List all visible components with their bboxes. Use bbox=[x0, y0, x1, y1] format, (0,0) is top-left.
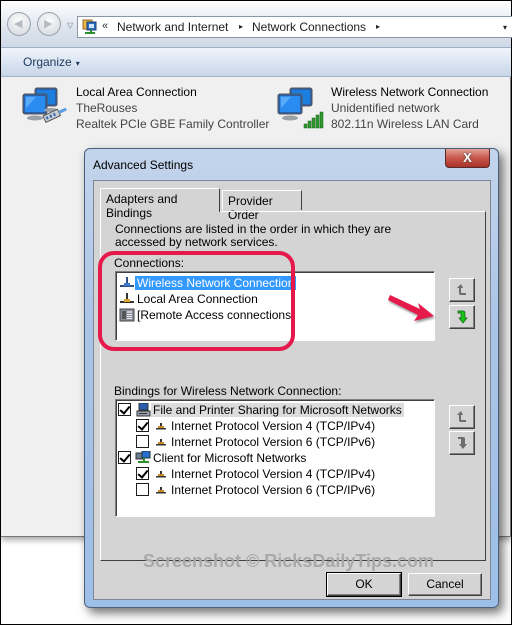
protocol-icon bbox=[153, 483, 169, 497]
connection-item-wireless[interactable]: Wireless Network Connection Unidentified… bbox=[276, 84, 511, 136]
arrow-down-icon bbox=[457, 310, 468, 324]
connection-name: Local Area Connection bbox=[76, 85, 197, 99]
list-item[interactable]: Client for Microsoft Networks bbox=[118, 450, 308, 466]
binding-move-down-button[interactable] bbox=[449, 431, 475, 455]
network-adapter-icon bbox=[119, 276, 135, 290]
dialog-title: Advanced Settings bbox=[93, 158, 194, 172]
arrow-up-icon bbox=[457, 284, 466, 295]
breadcrumb-separator-icon[interactable]: ▸ bbox=[376, 22, 380, 31]
connections-label: Connections: bbox=[114, 256, 185, 270]
connection-device: Realtek PCIe GBE Family Controller bbox=[76, 117, 270, 131]
bindings-label: Bindings for Wireless Network Connection… bbox=[114, 384, 342, 398]
connections-listbox[interactable]: Wireless Network Connection Local Area C… bbox=[115, 271, 435, 341]
cancel-button[interactable]: Cancel bbox=[408, 573, 482, 596]
back-button[interactable]: ◀ bbox=[7, 12, 31, 36]
protocol-icon bbox=[153, 435, 169, 449]
list-item[interactable]: Internet Protocol Version 6 (TCP/IPv6) bbox=[136, 482, 377, 498]
network-adapter-icon bbox=[119, 292, 135, 306]
arrow-down-icon bbox=[458, 437, 467, 449]
address-bar[interactable]: « Network and Internet ▸ Network Connect… bbox=[77, 16, 512, 38]
printer-computer-icon bbox=[135, 402, 151, 417]
tab-panel-adapters-and-bindings: Connections are listed in the order in w… bbox=[100, 211, 486, 571]
breadcrumb-separator-icon[interactable]: ▸ bbox=[239, 22, 243, 31]
connections-description: Connections are listed in the order in w… bbox=[115, 222, 392, 249]
watermark: Screenshot © RicksDailyTips.com bbox=[143, 551, 435, 571]
protocol-icon bbox=[153, 419, 169, 433]
recent-pages-dropdown[interactable]: ▽ bbox=[67, 21, 73, 30]
close-button[interactable]: X bbox=[445, 149, 490, 168]
binding-checkbox[interactable] bbox=[118, 451, 131, 464]
binding-label: Internet Protocol Version 4 (TCP/IPv4) bbox=[171, 419, 376, 433]
organize-label: Organize bbox=[23, 55, 72, 69]
arrow-up-icon bbox=[457, 411, 466, 422]
protocol-icon bbox=[153, 467, 169, 481]
forward-arrow-icon: ▶ bbox=[44, 18, 53, 30]
connection-label: Wireless Network Connection bbox=[135, 276, 297, 290]
list-item[interactable]: [Remote Access connections] bbox=[119, 307, 296, 323]
organize-button[interactable]: Organize ▾ bbox=[23, 55, 80, 69]
list-item[interactable]: Wireless Network Connection bbox=[119, 275, 297, 291]
binding-label: Internet Protocol Version 6 (TCP/IPv6) bbox=[171, 483, 376, 497]
breadcrumb-network-and-internet[interactable]: Network and Internet bbox=[117, 20, 228, 34]
ok-button[interactable]: OK bbox=[326, 572, 402, 597]
advanced-settings-dialog: Advanced Settings X Adapters and Binding… bbox=[84, 148, 499, 608]
back-arrow-icon: ◀ bbox=[14, 18, 23, 30]
address-bar-area: ◀ ▶ ▽ « Network and Internet ▸ Network C… bbox=[1, 1, 512, 47]
annotation-arrow-icon bbox=[388, 295, 434, 321]
list-item[interactable]: Internet Protocol Version 4 (TCP/IPv4) bbox=[136, 466, 377, 482]
breadcrumb-overflow-icon[interactable]: « bbox=[102, 20, 108, 32]
binding-checkbox[interactable] bbox=[136, 467, 149, 480]
tab-adapters-and-bindings[interactable]: Adapters and Bindings bbox=[100, 188, 220, 220]
chevron-down-icon: ▾ bbox=[75, 59, 80, 68]
bindings-listbox[interactable]: File and Printer Sharing for Microsoft N… bbox=[115, 399, 435, 517]
dialog-client-area: Adapters and Bindings Provider Order Con… bbox=[93, 180, 491, 600]
binding-checkbox[interactable] bbox=[136, 419, 149, 432]
connection-network: Unidentified network bbox=[331, 101, 440, 115]
connection-label: Local Area Connection bbox=[137, 292, 258, 306]
binding-checkbox[interactable] bbox=[136, 483, 149, 496]
connection-label: [Remote Access connections] bbox=[137, 308, 295, 322]
connection-name: Wireless Network Connection bbox=[331, 85, 489, 99]
binding-label: File and Printer Sharing for Microsoft N… bbox=[151, 403, 404, 417]
list-item[interactable]: Internet Protocol Version 6 (TCP/IPv6) bbox=[136, 434, 377, 450]
signal-strength-icon bbox=[303, 111, 324, 129]
forward-button[interactable]: ▶ bbox=[37, 12, 61, 36]
list-item[interactable]: File and Printer Sharing for Microsoft N… bbox=[118, 402, 404, 418]
tab-provider-order[interactable]: Provider Order bbox=[222, 190, 302, 222]
connection-network: TheRouses bbox=[76, 101, 138, 115]
binding-label: Internet Protocol Version 6 (TCP/IPv6) bbox=[171, 435, 376, 449]
control-panel-network-icon bbox=[82, 19, 97, 34]
address-dropdown-icon[interactable]: ▾ bbox=[503, 23, 507, 32]
move-down-button[interactable] bbox=[449, 305, 475, 329]
binding-checkbox[interactable] bbox=[118, 403, 131, 416]
move-up-button[interactable] bbox=[449, 278, 475, 302]
binding-label: Client for Microsoft Networks bbox=[153, 451, 307, 465]
breadcrumb-network-connections[interactable]: Network Connections bbox=[252, 20, 366, 34]
close-icon: X bbox=[463, 150, 472, 165]
phone-icon bbox=[119, 308, 135, 322]
wireless-monitor-icon bbox=[277, 87, 324, 129]
network-client-icon bbox=[135, 450, 151, 465]
list-item[interactable]: Local Area Connection bbox=[119, 291, 260, 307]
connection-item-local-area[interactable]: Local Area Connection TheRouses Realtek … bbox=[21, 84, 271, 136]
binding-checkbox[interactable] bbox=[136, 435, 149, 448]
connection-device: 802.11n Wireless LAN Card bbox=[331, 117, 479, 131]
binding-label: Internet Protocol Version 4 (TCP/IPv4) bbox=[171, 467, 376, 481]
binding-move-up-button[interactable] bbox=[449, 405, 475, 429]
wired-monitor-icon bbox=[22, 87, 67, 124]
command-bar: Organize ▾ bbox=[1, 47, 511, 77]
list-item[interactable]: Internet Protocol Version 4 (TCP/IPv4) bbox=[136, 418, 377, 434]
